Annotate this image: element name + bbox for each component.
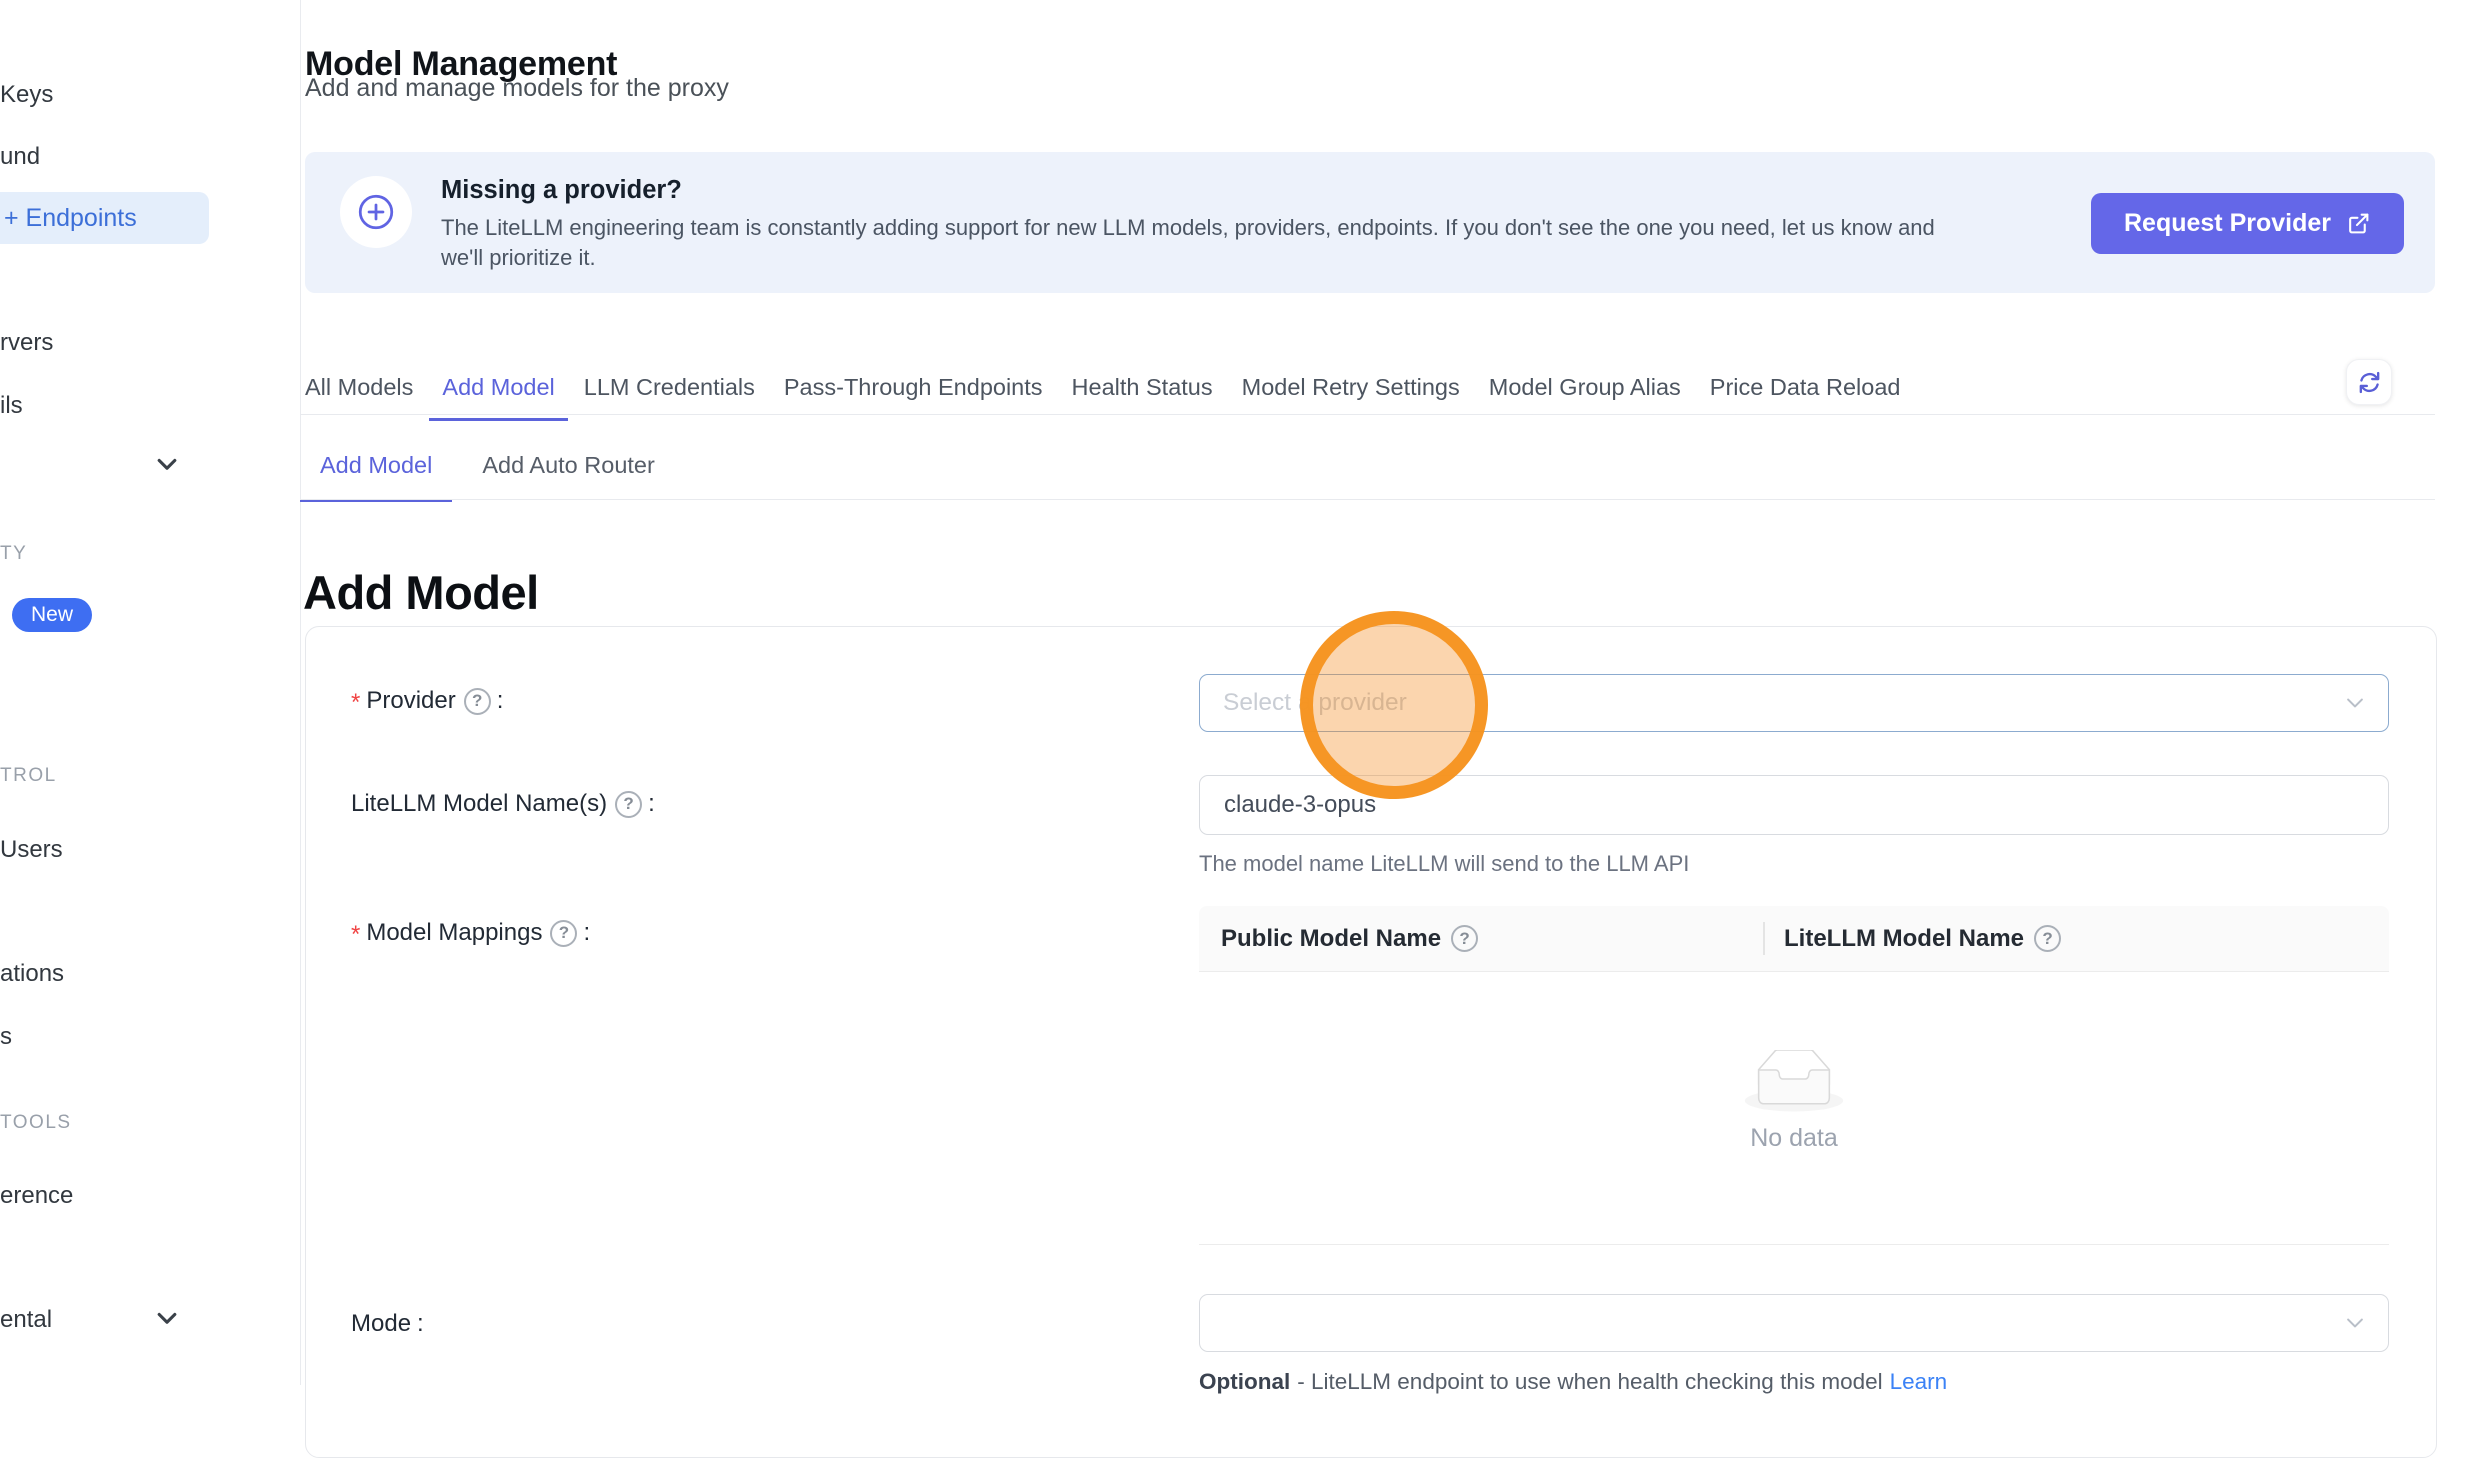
sidebar-item-playground[interactable]: und [0, 143, 40, 171]
sidebar-section-header: TY [0, 543, 27, 565]
external-link-icon [2346, 211, 2371, 236]
banner-text-line1: The LiteLLM engineering team is constant… [441, 215, 1935, 241]
sidebar-section-header: TOOLS [0, 1112, 72, 1134]
sidebar-item-models-endpoints-active[interactable]: + Endpoints [0, 192, 209, 244]
request-provider-button[interactable]: Request Provider [2091, 193, 2404, 254]
learn-link[interactable]: Learn [1890, 1369, 1948, 1395]
sidebar-item-label: + Endpoints [0, 204, 137, 233]
mode-label: Mode : [351, 1310, 424, 1338]
chevron-down-icon[interactable] [154, 452, 180, 478]
refresh-icon [2356, 369, 2383, 396]
sidebar-item-experimental[interactable]: ental [0, 1306, 52, 1334]
chevron-down-icon[interactable] [154, 1306, 180, 1332]
provider-label: * Provider : [351, 687, 503, 715]
model-name-input[interactable]: claude-3-opus [1199, 775, 2389, 835]
new-badge[interactable]: New [12, 598, 92, 632]
refresh-button[interactable] [2346, 359, 2392, 405]
sidebar-item-keys[interactable]: Keys [0, 81, 53, 109]
model-mappings-label: * Model Mappings : [351, 919, 590, 947]
sidebar: Keys und + Endpoints rvers ils TY New TR… [0, 0, 301, 1385]
provider-placeholder: Select a provider [1200, 689, 1407, 717]
subtab-add-auto-router[interactable]: Add Auto Router [462, 452, 674, 502]
optional-label: Optional [1199, 1369, 1290, 1395]
mappings-table-body: No data [1199, 972, 2389, 1245]
tabs-divider [300, 414, 2435, 415]
banner-title: Missing a provider? [441, 176, 682, 205]
column-divider [1763, 922, 1765, 955]
sidebar-item-guardrails[interactable]: ils [0, 392, 23, 420]
help-icon[interactable] [2034, 925, 2061, 952]
empty-box-icon [1744, 1050, 1844, 1113]
chevron-down-icon [2344, 1312, 2366, 1334]
help-icon[interactable] [464, 688, 491, 715]
sidebar-item-teams[interactable]: s [0, 1023, 12, 1051]
sidebar-item-servers[interactable]: rvers [0, 329, 53, 357]
empty-state: No data [1199, 1050, 2389, 1153]
missing-provider-banner: Missing a provider? The LiteLLM engineer… [305, 152, 2435, 293]
mappings-table-header: Public Model Name LiteLLM Model Name [1199, 906, 2389, 972]
required-marker: * [351, 689, 360, 717]
page-subtitle: Add and manage models for the proxy [305, 74, 729, 103]
chevron-down-icon [2344, 692, 2366, 714]
provider-select[interactable]: Select a provider [1199, 674, 2389, 732]
banner-text-line2: we'll prioritize it. [441, 245, 596, 271]
sidebar-item-organizations[interactable]: ations [0, 960, 64, 988]
model-names-label: LiteLLM Model Name(s) : [351, 790, 655, 818]
sidebar-section-header: TROL [0, 765, 57, 787]
add-model-heading: Add Model [303, 565, 539, 620]
sidebar-item-internal-users[interactable]: Users [0, 836, 63, 864]
add-model-form-card: * Provider : Select a provider LiteLLM M… [305, 626, 2437, 1458]
subtabs-divider [300, 499, 2435, 500]
plus-circle-icon [340, 176, 412, 248]
required-marker: * [351, 921, 360, 949]
subtab-add-model[interactable]: Add Model [300, 452, 452, 502]
mode-helper: Optional - LiteLLM endpoint to use when … [1199, 1369, 1947, 1395]
help-icon[interactable] [1451, 925, 1478, 952]
no-data-text: No data [1750, 1124, 1838, 1153]
col-public-model-name: Public Model Name [1199, 906, 1764, 971]
add-model-subtabs: Add Model Add Auto Router [300, 452, 675, 502]
model-mappings-table: Public Model Name LiteLLM Model Name No … [1199, 906, 2389, 1245]
col-litellm-model-name: LiteLLM Model Name [1764, 906, 2061, 971]
request-provider-label: Request Provider [2124, 209, 2331, 238]
help-icon[interactable] [550, 920, 577, 947]
model-name-helper: The model name LiteLLM will send to the … [1199, 851, 1689, 877]
mode-select[interactable] [1199, 1294, 2389, 1352]
model-name-value: claude-3-opus [1200, 791, 1376, 819]
help-icon[interactable] [615, 791, 642, 818]
sidebar-item-reference[interactable]: erence [0, 1182, 73, 1210]
